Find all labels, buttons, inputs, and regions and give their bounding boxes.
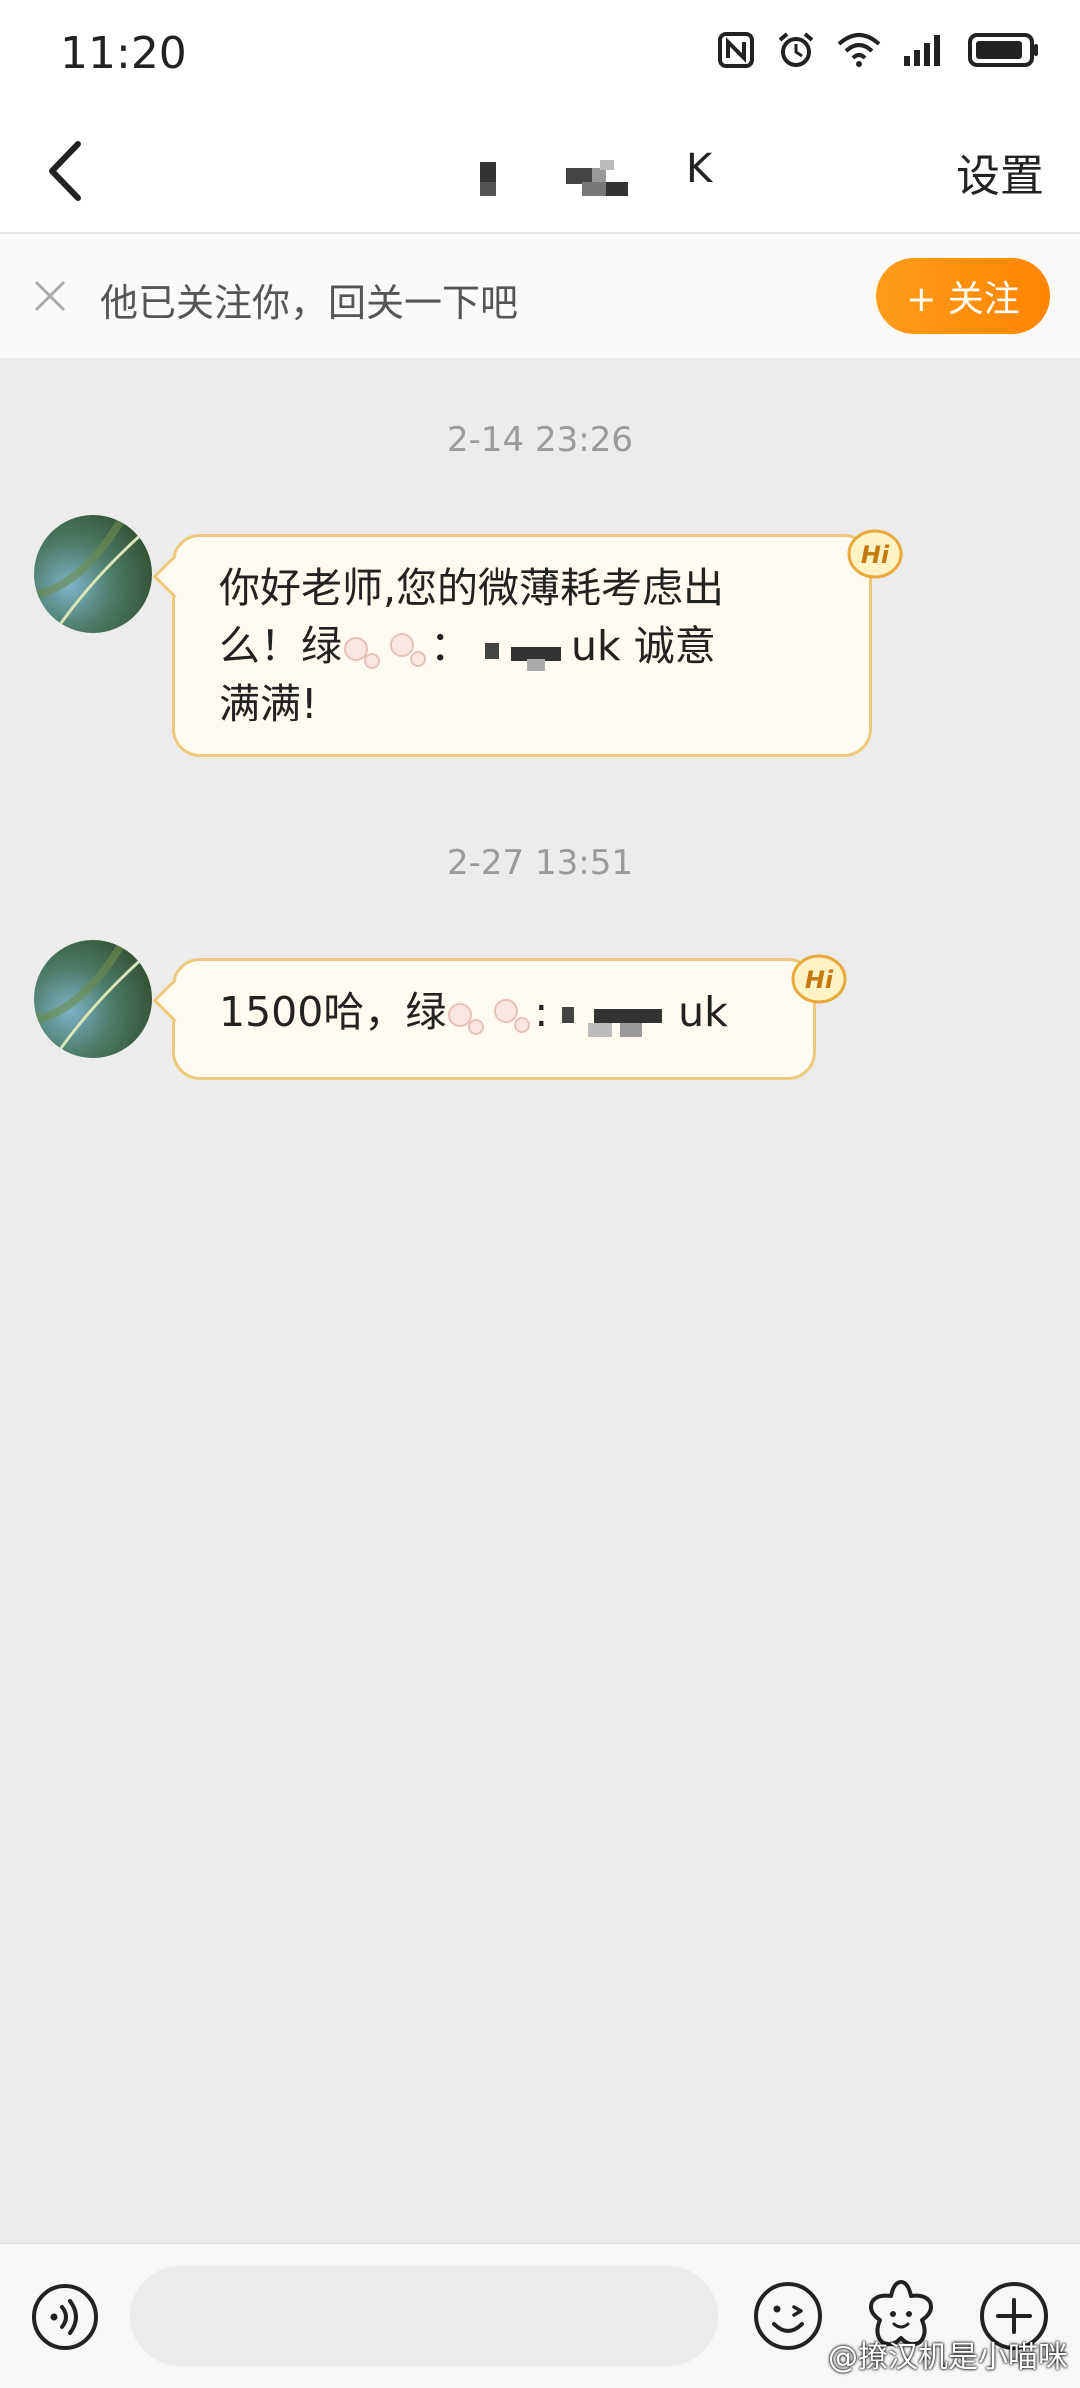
redacted-id (562, 1007, 663, 1037)
message-text-line: 你好老师,您的微薄耗考虑出 (219, 564, 725, 612)
nfc-icon (718, 32, 754, 68)
hi-badge-icon: Hi (847, 529, 903, 579)
message-text-fragment: 么！绿 (219, 622, 342, 670)
composer-bar: @撩汉机是小喵咪 (0, 2243, 1080, 2388)
avatar-image (34, 940, 152, 1058)
redacted-id (485, 643, 561, 671)
follow-prompt-text: 他已关注你，回关一下吧 (100, 281, 519, 325)
alarm-icon (778, 32, 814, 67)
message-text-fragment: : (534, 988, 549, 1036)
bubbles-emoji-icon (344, 633, 426, 669)
avatar[interactable] (34, 515, 152, 633)
hi-badge-text: Hi (805, 966, 834, 994)
voice-icon[interactable] (30, 2282, 100, 2352)
message-text-fragment: 1500哈，绿 (219, 988, 447, 1036)
settings-button[interactable]: 设置 (956, 140, 1044, 204)
contact-name-visible: K (686, 146, 713, 192)
emoji-icon[interactable] (752, 2280, 824, 2352)
bubble-tail (152, 978, 197, 1023)
message-text-line: 1500哈，绿 : uk (219, 983, 773, 1041)
message-text-fragment: uk 诚意 (571, 622, 716, 670)
message-bubble[interactable]: 1500哈，绿 : uk (152, 958, 816, 1080)
close-icon[interactable] (30, 276, 70, 316)
message-timestamp: 2-27 13:51 (447, 843, 633, 883)
message-text-fragment: uk (678, 988, 728, 1036)
signal-icon (904, 35, 940, 66)
hi-badge-text: Hi (861, 541, 890, 569)
message-text-line: 满满! (219, 680, 318, 728)
status-bar: 11:20 (0, 0, 1080, 110)
status-icons (716, 30, 1040, 70)
contact-name: K (470, 146, 730, 202)
follow-banner: 他已关注你，回关一下吧 + 关注 (0, 234, 1080, 358)
bubbles-emoji-icon (448, 999, 531, 1035)
avatar[interactable] (34, 940, 152, 1058)
message-timestamp: 2-14 23:26 (447, 420, 633, 460)
battery-icon (968, 33, 1038, 67)
back-icon[interactable] (34, 132, 104, 210)
message-input[interactable] (130, 2266, 718, 2366)
hi-badge-icon: Hi (791, 954, 847, 1004)
message-text-line: 么！绿 ： uk 诚意 (219, 617, 829, 675)
bubble-tail (152, 554, 197, 599)
wifi-icon (837, 33, 881, 67)
chat-header: K 设置 (0, 110, 1080, 234)
follow-button[interactable]: + 关注 (876, 258, 1050, 334)
avatar-image (34, 515, 152, 633)
watermark: @撩汉机是小喵咪 (828, 2340, 1068, 2375)
message-text-fragment: ： (430, 622, 471, 670)
message-bubble[interactable]: 你好老师,您的微薄耗考虑出 么！绿 ： uk 诚意 满满! (152, 534, 872, 757)
status-time: 11:20 (60, 28, 187, 79)
